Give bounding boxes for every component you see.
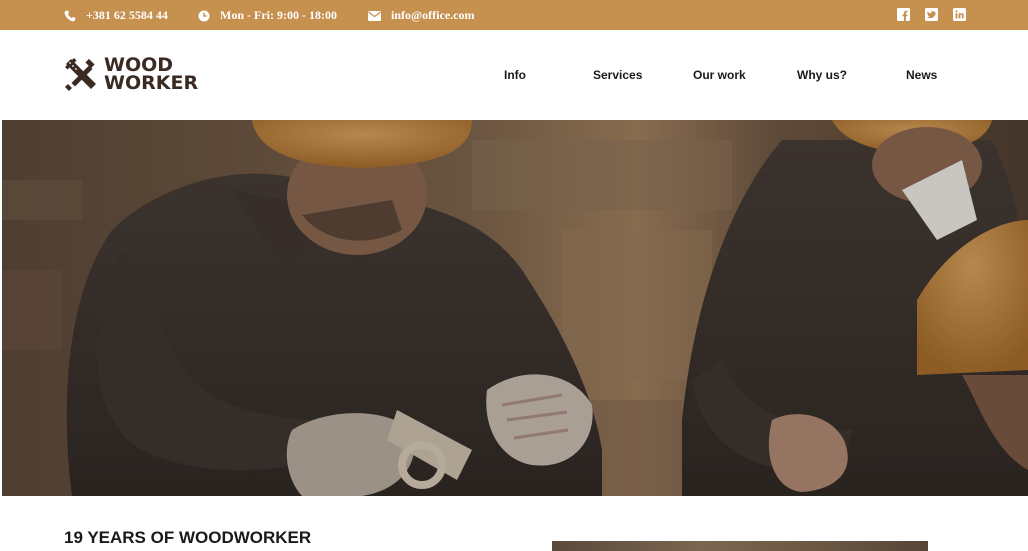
email-address: info@office.com [391,8,475,22]
logo[interactable]: WOOD WORKER [62,55,198,93]
clock-icon [198,10,210,21]
facebook-icon[interactable] [897,8,910,21]
hours-text: Mon - Fri: 9:00 - 18:00 [220,8,337,22]
social-links [897,8,966,21]
top-bar: +381 62 5584 44 Mon - Fri: 9:00 - 18:00 … [0,0,1028,30]
logo-line-2: WORKER [104,72,199,94]
linkedin-icon[interactable] [953,8,966,21]
working-hours: Mon - Fri: 9:00 - 18:00 [198,8,337,23]
nav-item-why-us[interactable]: Why us? [797,68,847,82]
nav-item-services[interactable]: Services [593,68,642,82]
logo-wordmark: WOOD WORKER [104,56,199,94]
nav-item-our-work[interactable]: Our work [693,68,746,82]
phone-number: +381 62 5584 44 [86,8,168,22]
envelope-icon [368,10,381,21]
site-header: WOOD WORKER Info Services Our work Why u… [0,30,1028,120]
nav-item-info[interactable]: Info [504,68,526,82]
email-info[interactable]: info@office.com [368,8,474,23]
about-image [552,541,928,551]
hero-image [2,120,1028,496]
phone-icon [64,10,76,21]
nav-item-news[interactable]: News [906,68,937,82]
twitter-icon[interactable] [925,8,938,21]
hammer-saw-logo-icon [65,58,96,91]
phone-info[interactable]: +381 62 5584 44 [64,8,168,23]
hero-photo [2,120,1028,496]
about-title: 19 YEARS OF WOODWORKER [64,528,312,547]
